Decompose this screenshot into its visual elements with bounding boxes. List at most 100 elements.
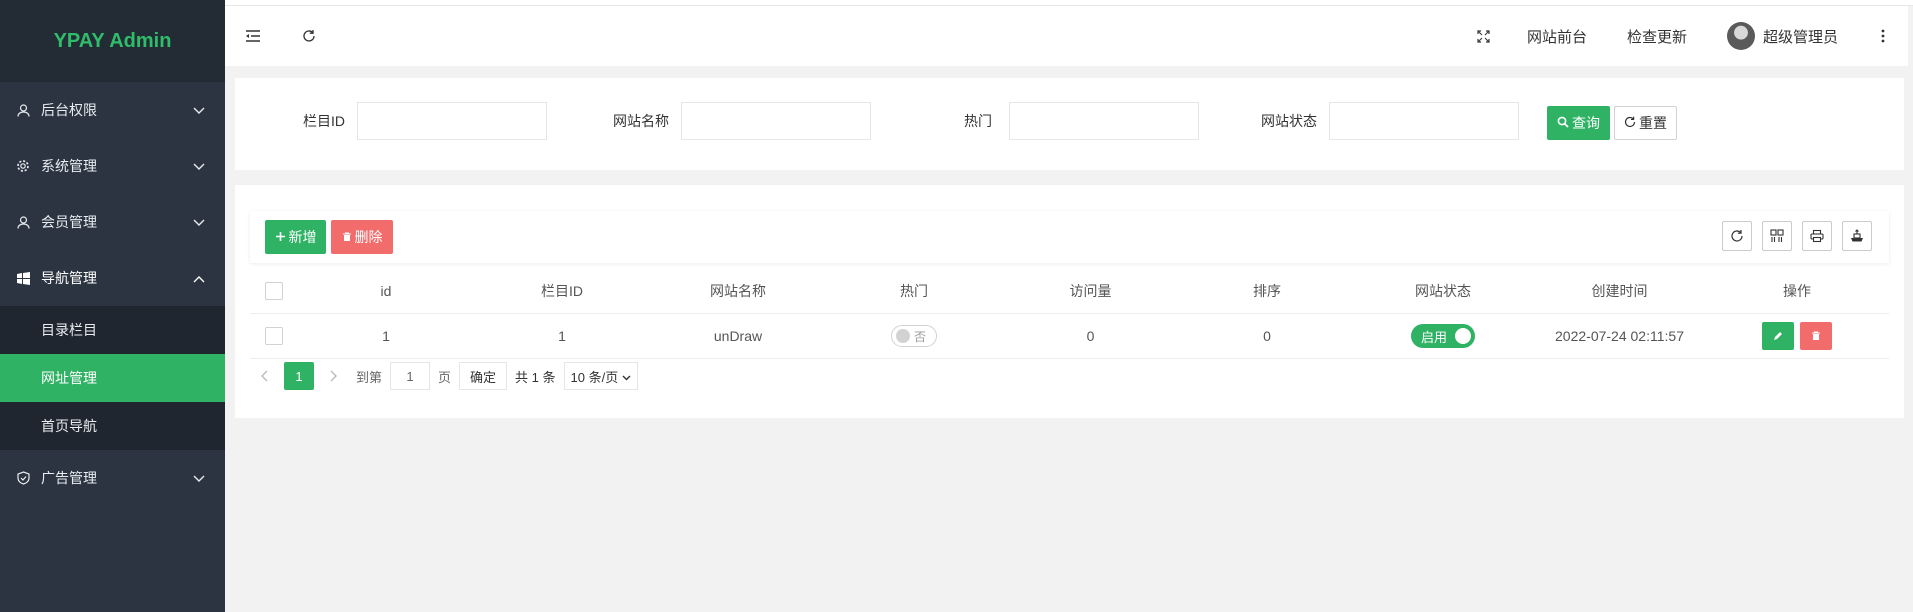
sidebar-item-label: 会员管理 xyxy=(41,214,97,230)
sidebar-submenu-navigation: 目录栏目 网址管理 首页导航 xyxy=(0,306,225,450)
delete-button[interactable]: 删除 xyxy=(331,220,393,254)
column-header[interactable]: 栏目ID xyxy=(474,281,650,301)
cell-status: 启用 xyxy=(1355,324,1531,348)
goto-label: 到第 xyxy=(356,369,383,385)
edit-button[interactable] xyxy=(1762,322,1794,350)
column-header[interactable]: 访问量 xyxy=(1002,281,1179,301)
fullscreen-icon[interactable] xyxy=(1461,6,1507,66)
prev-page-icon[interactable] xyxy=(250,362,278,390)
goto-confirm-button[interactable]: 确定 xyxy=(459,362,508,390)
site-name-input[interactable] xyxy=(681,102,871,140)
search-field-category-id: 栏目ID xyxy=(303,102,547,140)
search-field-hot: 热门 xyxy=(964,102,1199,140)
column-header[interactable]: 网站状态 xyxy=(1355,281,1531,301)
more-vertical-icon[interactable] xyxy=(1858,6,1908,66)
export-icon[interactable] xyxy=(1842,221,1872,251)
reset-button[interactable]: 重置 xyxy=(1614,106,1677,140)
header-right-tools: 网站前台 检查更新 超级管理员 xyxy=(1461,6,1908,66)
sidebar-group-ads: 广告管理 xyxy=(0,450,225,506)
search-icon xyxy=(1557,115,1569,131)
row-delete-button[interactable] xyxy=(1800,322,1832,350)
user-menu[interactable]: 超级管理员 xyxy=(1707,6,1858,66)
gear-icon xyxy=(16,159,30,173)
top-header: 网站前台 检查更新 超级管理员 xyxy=(225,6,1908,66)
pagination: 1 到第 1 页 确定 共 1 条 10 条/页 xyxy=(250,361,639,391)
select-all-cell xyxy=(250,282,298,300)
column-header: 操作 xyxy=(1783,283,1811,299)
chevron-down-icon xyxy=(193,102,205,118)
header-left-tools xyxy=(225,6,337,66)
sidebar-item-members[interactable]: 会员管理 xyxy=(0,194,225,250)
select-all-checkbox[interactable] xyxy=(265,282,283,300)
cell-actions xyxy=(1708,322,1886,350)
column-header[interactable]: 排序 xyxy=(1179,281,1355,301)
field-label: 栏目ID xyxy=(303,113,345,129)
chevron-down-icon xyxy=(193,470,205,486)
app-logo[interactable]: YPAY Admin xyxy=(0,0,225,82)
user-icon xyxy=(16,215,30,229)
cell-created: 2022-07-24 02:11:57 xyxy=(1555,328,1684,344)
sidebar-item-label: 系统管理 xyxy=(41,158,97,174)
sidebar-item-system[interactable]: 系统管理 xyxy=(0,138,225,194)
current-page[interactable]: 1 xyxy=(284,362,314,390)
cell-site-name: unDraw xyxy=(713,328,763,344)
sidebar-item-catalog[interactable]: 目录栏目 xyxy=(0,306,225,354)
sidebar-group-members: 会员管理 xyxy=(0,194,225,250)
avatar xyxy=(1726,22,1755,50)
table-row: 1 1 unDraw 否 0 0 启用 2022-07-24 02:11:57 xyxy=(250,314,1889,359)
query-button[interactable]: 查询 xyxy=(1547,106,1610,140)
search-field-site-name: 网站名称 xyxy=(613,102,871,140)
table-tool-icons xyxy=(1722,221,1872,251)
shield-icon xyxy=(16,471,30,485)
menu-toggle-icon[interactable] xyxy=(225,6,281,66)
page-size-select[interactable]: 10 条/页 xyxy=(563,362,639,390)
column-header[interactable]: id xyxy=(298,283,474,299)
chevron-up-icon xyxy=(193,270,205,286)
sidebar-item-label: 广告管理 xyxy=(41,470,97,486)
cell-sort: 0 xyxy=(1263,328,1271,344)
site-status-input[interactable] xyxy=(1329,102,1519,140)
chevron-down-icon xyxy=(193,158,205,174)
column-header[interactable]: 热门 xyxy=(826,281,1002,301)
sidebar-item-home-nav[interactable]: 首页导航 xyxy=(0,402,225,450)
page-label: 页 xyxy=(438,369,452,385)
chevron-down-icon xyxy=(193,214,205,230)
refresh-icon[interactable] xyxy=(281,6,337,66)
pencil-icon xyxy=(1773,328,1783,344)
goto-page-input[interactable]: 1 xyxy=(390,362,431,390)
column-header[interactable]: 网站名称 xyxy=(650,281,826,301)
sidebar-item-permissions[interactable]: 后台权限 xyxy=(0,82,225,138)
sidebar-item-navigation[interactable]: 导航管理 xyxy=(0,250,225,306)
columns-icon[interactable] xyxy=(1762,221,1792,251)
column-header[interactable]: 创建时间 xyxy=(1531,281,1708,301)
next-page-icon[interactable] xyxy=(320,362,348,390)
hot-input[interactable] xyxy=(1009,102,1199,140)
trash-icon xyxy=(342,229,352,245)
sidebar-item-url-manage[interactable]: 网址管理 xyxy=(0,354,225,402)
field-label: 网站状态 xyxy=(1261,113,1317,129)
site-frontend-link[interactable]: 网站前台 xyxy=(1507,6,1607,66)
cell-visits: 0 xyxy=(1086,328,1095,344)
sidebar-group-permissions: 后台权限 xyxy=(0,82,225,138)
search-form: 栏目ID 网站名称 热门 网站状态 查询 重置 xyxy=(235,78,1904,170)
field-label: 网站名称 xyxy=(613,113,669,129)
add-button[interactable]: 新增 xyxy=(265,220,326,254)
category-id-input[interactable] xyxy=(357,102,547,140)
hot-toggle-label: 否 xyxy=(914,329,927,344)
cell-category-id: 1 xyxy=(558,328,566,344)
row-checkbox[interactable] xyxy=(265,327,283,345)
check-update-link[interactable]: 检查更新 xyxy=(1607,6,1707,66)
toggle-knob xyxy=(1455,328,1471,344)
total-count: 共 1 条 xyxy=(515,369,556,385)
sidebar-group-system: 系统管理 xyxy=(0,138,225,194)
hot-toggle[interactable]: 否 xyxy=(891,325,937,347)
refresh-icon[interactable] xyxy=(1722,221,1752,251)
plus-icon xyxy=(275,229,286,245)
data-table: id 栏目ID 网站名称 热门 访问量 排序 网站状态 创建时间 操作 1 1 … xyxy=(250,269,1889,359)
sidebar: YPAY Admin 后台权限 系统管理 会员管理 导航管理 目录栏目 网址管理… xyxy=(0,0,225,612)
sidebar-item-ads[interactable]: 广告管理 xyxy=(0,450,225,506)
status-toggle[interactable]: 启用 xyxy=(1411,324,1475,348)
sidebar-item-label: 后台权限 xyxy=(41,102,97,118)
print-icon[interactable] xyxy=(1802,221,1832,251)
table-header-row: id 栏目ID 网站名称 热门 访问量 排序 网站状态 创建时间 操作 xyxy=(250,269,1889,314)
